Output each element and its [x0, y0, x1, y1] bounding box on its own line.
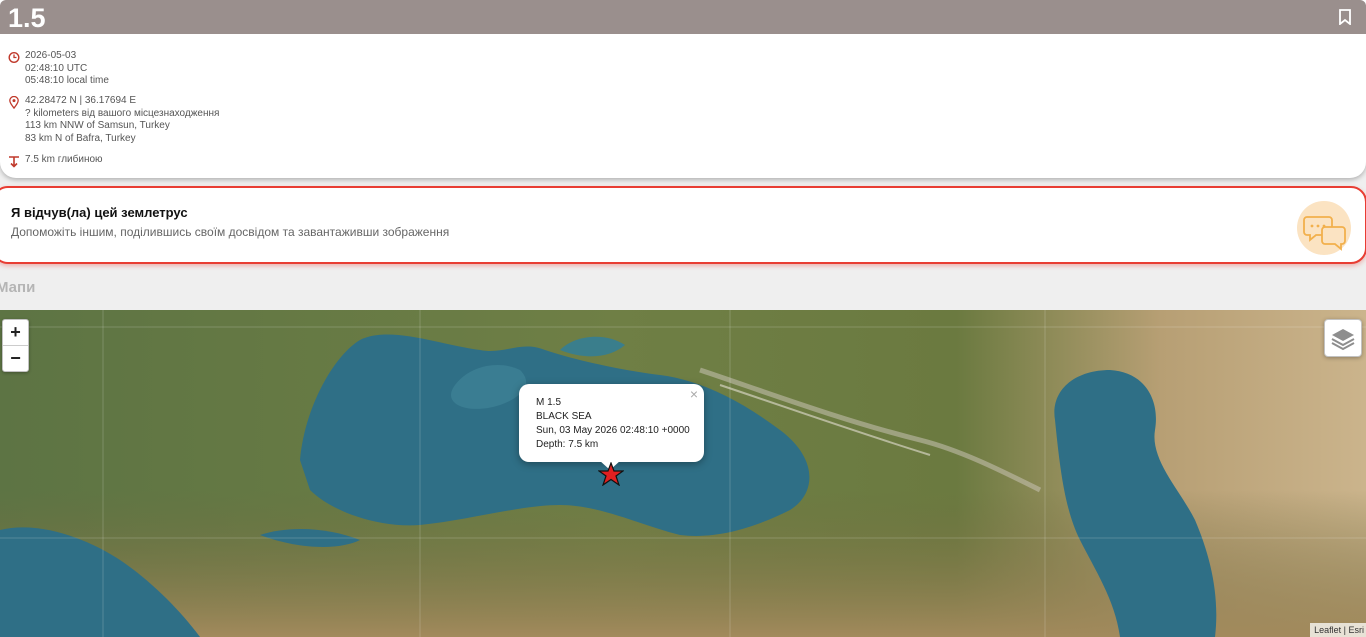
clock-icon	[8, 51, 20, 64]
location-row: 42.28472 N | 36.17694 E ? kilometers від…	[8, 95, 219, 145]
felt-report-card[interactable]: Я відчув(ла) цей землетрус Допоможіть ін…	[0, 186, 1366, 264]
event-depth: 7.5 km глибиною	[25, 154, 103, 165]
depth-arrow-icon	[9, 156, 19, 168]
star-marker-icon[interactable]	[598, 462, 624, 486]
zoom-control: + −	[2, 319, 29, 372]
distance-from-user: ? kilometers від вашого місцезнаходження	[25, 107, 220, 119]
event-utc-time: 02:48:10 UTC	[25, 62, 88, 74]
bookmark-icon[interactable]	[1338, 9, 1352, 25]
layers-icon[interactable]	[1324, 319, 1362, 357]
map-attribution[interactable]: Leaflet | Esri	[1310, 623, 1366, 637]
time-row: 2026-05-03 02:48:10 UTC 05:48:10 local t…	[8, 50, 109, 88]
event-coordinates: 42.28472 N | 36.17694 E	[25, 95, 137, 106]
felt-report-subtitle: Допоможіть іншим, поділившись своїм досв…	[11, 225, 450, 239]
event-local-time: 05:48:10 local time	[25, 75, 109, 86]
event-popup: × M 1.5 BLACK SEA Sun, 03 May 2026 02:48…	[519, 384, 704, 462]
chat-bubbles-icon	[1297, 201, 1351, 255]
depth-row: 7.5 km глибиною	[8, 154, 103, 168]
nearby-place-1: 113 km NNW of Samsun, Turkey	[25, 120, 170, 131]
magnitude-value: 1.5	[8, 3, 46, 33]
close-icon[interactable]: ×	[690, 386, 698, 402]
popup-magnitude: M 1.5	[536, 397, 562, 408]
popup-time: Sun, 03 May 2026 02:48:10 +0000	[536, 425, 690, 436]
earthquake-map[interactable]	[0, 310, 1366, 637]
zoom-out-button[interactable]: −	[3, 346, 28, 371]
maps-section-title: Мапи	[0, 279, 36, 296]
nearby-place-2: 83 km N of Bafra, Turkey	[25, 132, 136, 144]
map-pin-icon	[9, 96, 19, 109]
event-date: 2026-05-03	[25, 50, 77, 61]
popup-region: BLACK SEA	[536, 411, 592, 422]
satellite-basemap	[0, 310, 1366, 637]
zoom-in-button[interactable]: +	[3, 320, 28, 346]
popup-depth: Depth: 7.5 km	[536, 439, 599, 450]
felt-report-title: Я відчув(ла) цей землетрус	[11, 205, 188, 220]
event-header: 1.5	[0, 0, 1366, 34]
event-summary-card: 1.5 2026-05-03 02:48:10 UTC 05:48:10 loc…	[0, 0, 1366, 178]
